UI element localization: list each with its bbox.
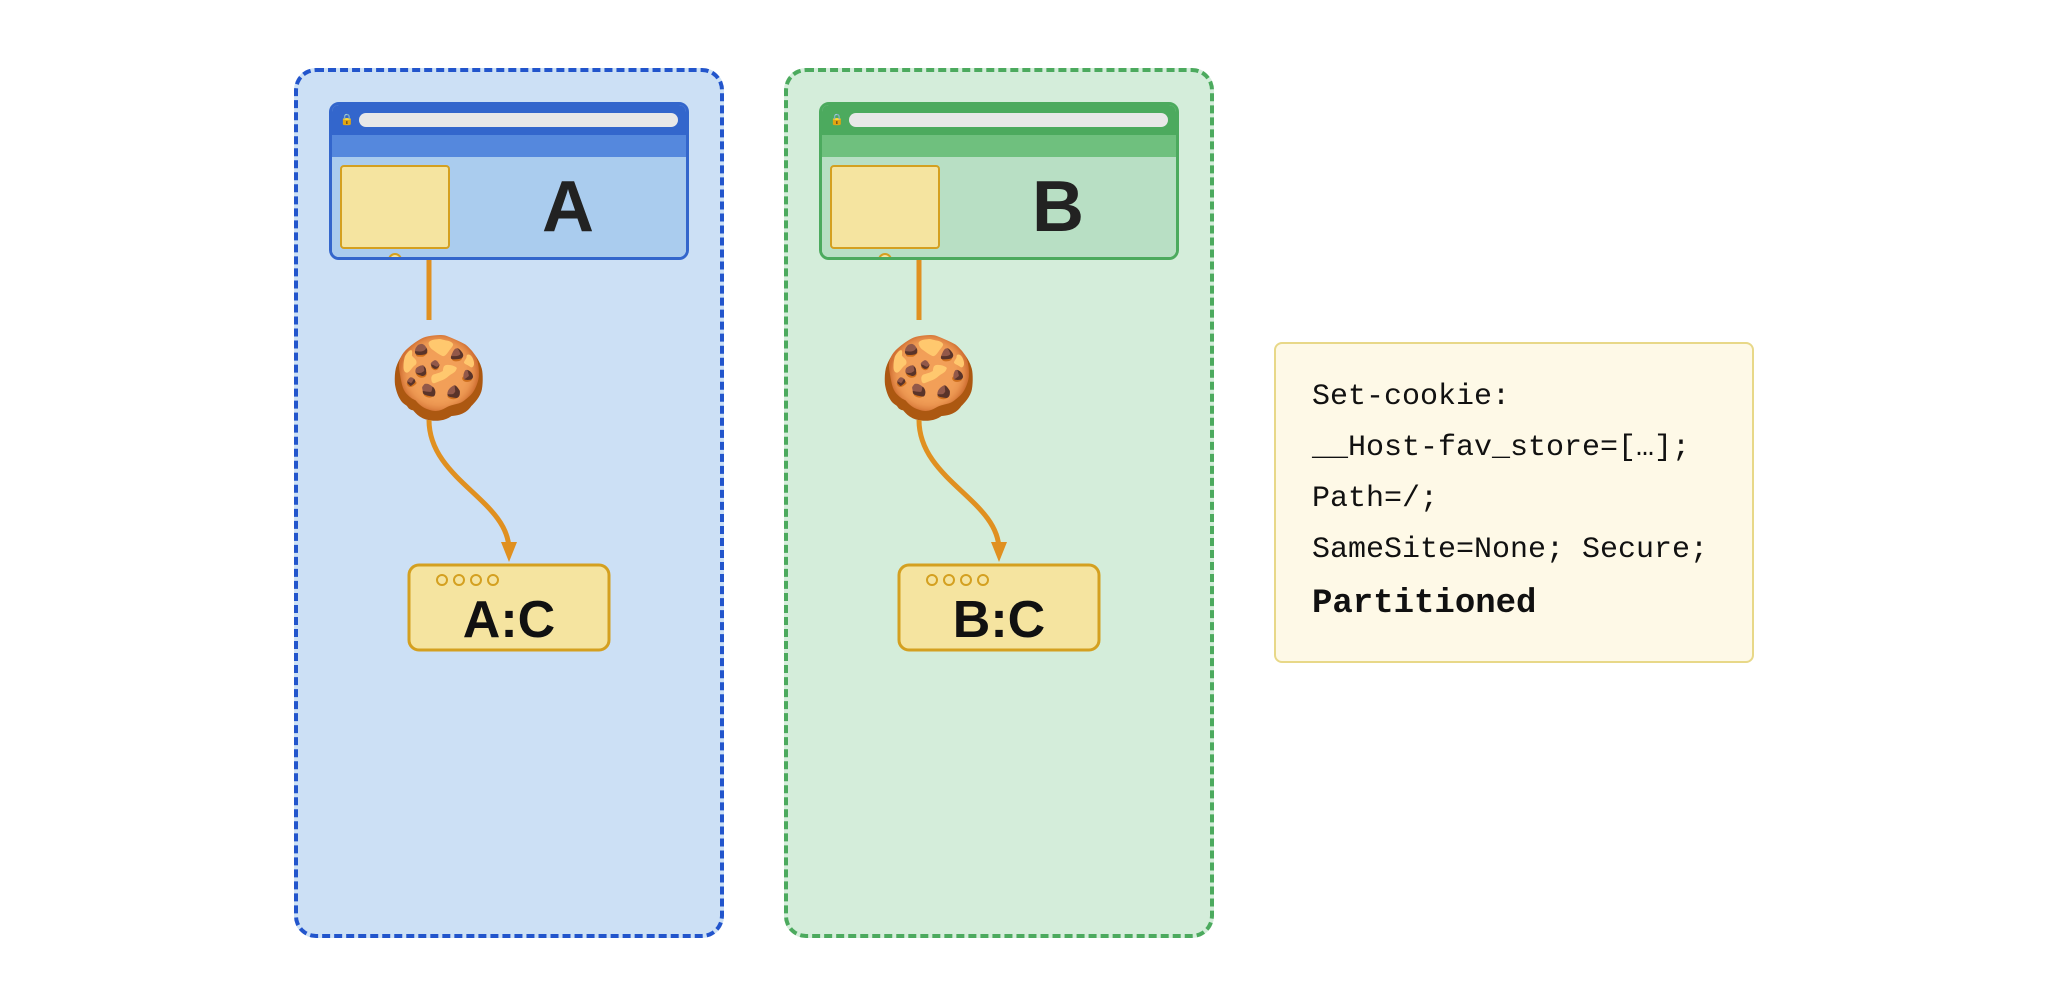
browser-content-b: B (822, 157, 1176, 257)
scene: 🔒 A 🍪 (254, 28, 1794, 978)
browser-sidebar-a (340, 165, 450, 249)
lock-icon-b: 🔒 (830, 113, 844, 126)
flow-svg-a: 🍪 A:C (329, 260, 689, 660)
partition-a: 🔒 A 🍪 (294, 68, 724, 938)
browser-window-b: 🔒 B (819, 102, 1179, 260)
browser-window-a: 🔒 A (329, 102, 689, 260)
browser-sidebar-b (830, 165, 940, 249)
partition-b-inner: 🔒 B 🍪 (818, 102, 1180, 660)
url-bar-a (359, 113, 678, 127)
storage-label-a: A:C (463, 591, 555, 649)
browser-content-a: A (332, 157, 686, 257)
browser-toolbar-b (822, 135, 1176, 157)
partition-a-inner: 🔒 A 🍪 (328, 102, 690, 660)
panel-dot-b (878, 253, 892, 260)
code-line-2: __Host-fav_store=[…]; (1312, 423, 1716, 474)
partition-b: 🔒 B 🍪 (784, 68, 1214, 938)
browser-label-b: B (940, 157, 1176, 257)
browser-titlebar-a: 🔒 (332, 105, 686, 135)
flow-svg-b: 🍪 B:C (819, 260, 1179, 660)
lock-icon-a: 🔒 (340, 113, 354, 126)
browser-titlebar-b: 🔒 (822, 105, 1176, 135)
code-line-5-partitioned: Partitioned (1312, 576, 1716, 634)
cookie-emoji-b: 🍪 (879, 332, 979, 423)
browser-toolbar-a (332, 135, 686, 157)
code-line-4: SameSite=None; Secure; (1312, 525, 1716, 576)
browser-label-a: A (450, 157, 686, 257)
panel-dot-a (388, 253, 402, 260)
cookie-emoji-a: 🍪 (389, 332, 489, 423)
code-box: Set-cookie: __Host-fav_store=[…]; Path=/… (1274, 342, 1754, 664)
code-line-1: Set-cookie: (1312, 372, 1716, 423)
code-line-3: Path=/; (1312, 474, 1716, 525)
storage-label-b: B:C (953, 591, 1045, 649)
url-bar-b (849, 113, 1168, 127)
